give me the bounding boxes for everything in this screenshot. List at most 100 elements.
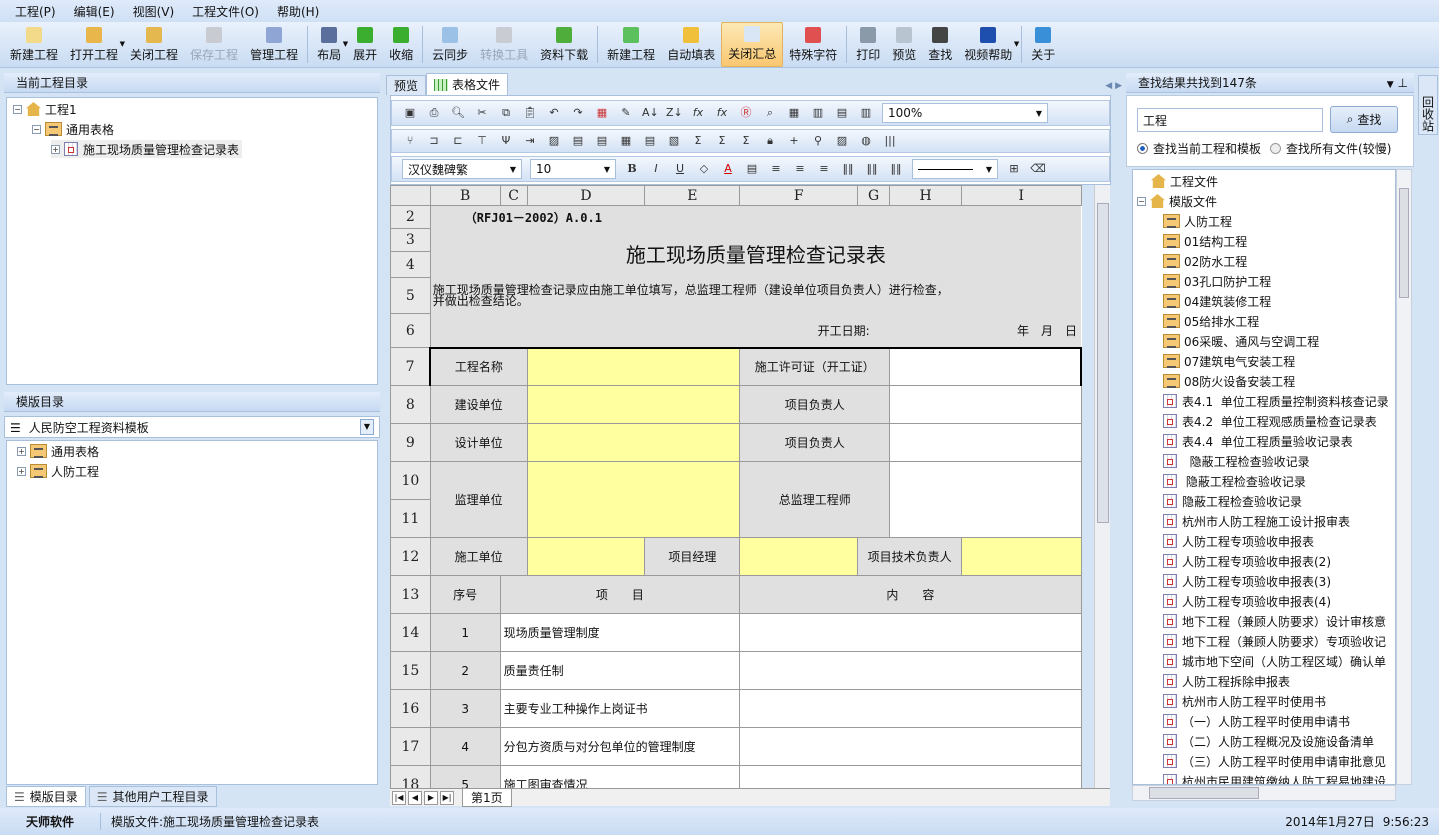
designer-field[interactable] xyxy=(526,423,741,462)
row-header[interactable]: 4 xyxy=(390,251,431,278)
tree-node-sheet[interactable]: 人防工程拆除申报表 xyxy=(1163,672,1290,690)
distribute-right-icon[interactable]: ‖‖ xyxy=(888,161,904,177)
builder-field[interactable] xyxy=(526,385,741,424)
pin-icon[interactable]: ⊥ xyxy=(1398,76,1408,90)
item-seq[interactable]: 1 xyxy=(429,613,501,652)
expand-icon[interactable]: + xyxy=(17,446,26,456)
item-name[interactable]: 施工图审查情况 xyxy=(499,765,741,790)
row-header[interactable]: 9 xyxy=(390,423,431,462)
tree-node-folder[interactable]: 02防水工程 xyxy=(1163,252,1247,270)
chief-field[interactable] xyxy=(889,461,1082,538)
row-header[interactable]: 7 xyxy=(390,347,431,386)
tab-template-dir[interactable]: ☰ 模版目录 xyxy=(6,786,86,807)
designer-pm-field[interactable] xyxy=(889,423,1082,462)
expand-icon[interactable]: + xyxy=(17,466,26,476)
toolbar-button-8[interactable]: 云同步 xyxy=(426,22,474,67)
col-header[interactable]: C xyxy=(499,185,528,206)
tree-node-sheet[interactable]: 隐蔽工程检查验收记录 xyxy=(1163,492,1302,510)
template-select[interactable]: ☰ 人民防空工程资料模板 ▼ xyxy=(4,416,380,438)
item-content-field[interactable] xyxy=(739,727,1082,766)
link-icon[interactable]: ⚲ xyxy=(810,133,826,149)
tree-node-folder[interactable]: 01结构工程 xyxy=(1163,232,1247,250)
next-sheet-icon[interactable]: ▶ xyxy=(424,790,438,805)
tab-other-users[interactable]: ☰ 其他用户工程目录 xyxy=(88,786,217,807)
clear-icon[interactable]: ▨ xyxy=(546,133,562,149)
add-icon[interactable]: + xyxy=(786,133,802,149)
row-header[interactable]: 17 xyxy=(390,727,431,766)
contractor-field[interactable] xyxy=(526,537,646,576)
result-horizontal-scrollbar[interactable] xyxy=(1132,785,1396,801)
tree-node-sheet[interactable]: 隐蔽工程检查验收记录 xyxy=(1163,472,1306,490)
tree-node-folder[interactable]: 人防工程 xyxy=(1163,212,1232,230)
delete-row-icon[interactable]: ⊤ xyxy=(474,133,490,149)
project-name-field[interactable] xyxy=(526,346,741,386)
row-header[interactable]: 2 xyxy=(390,205,431,229)
tree-node-civil-defense[interactable]: + 人防工程 xyxy=(17,462,99,480)
split-cell-icon[interactable]: ▦ xyxy=(618,133,634,149)
col-header[interactable]: F xyxy=(739,185,859,206)
sheet-vertical-scrollbar[interactable] xyxy=(1094,185,1110,790)
item-content-field[interactable] xyxy=(739,613,1082,652)
freeze-icon[interactable]: ▥ xyxy=(810,105,826,121)
toolbar-button-7[interactable]: 收缩 xyxy=(383,22,419,67)
tree-node-sheet[interactable]: 表4.4 单位工程质量验收记录表 xyxy=(1163,432,1353,450)
align-right-icon[interactable]: ≡ xyxy=(816,161,832,177)
last-sheet-icon[interactable]: ▶| xyxy=(440,790,454,805)
tree-node-sheet[interactable]: 地下工程（兼顾人防要求）专项验收记 xyxy=(1163,632,1386,650)
item-name[interactable]: 质量责任制 xyxy=(499,651,741,690)
toolbar-button-11[interactable]: 新建工程 xyxy=(601,22,661,67)
toolbar-button-18[interactable]: 视频帮助 ▼ xyxy=(958,22,1019,67)
toolbar-button-2[interactable]: 关闭工程 xyxy=(124,22,184,67)
tree-node-project-files[interactable]: 工程文件 xyxy=(1151,172,1218,190)
form-title[interactable]: 施工现场质量管理检查记录表 xyxy=(430,228,1081,278)
border-icon[interactable]: ⊞ xyxy=(1006,161,1022,177)
manager-field[interactable] xyxy=(739,537,859,576)
start-date-value[interactable]: 年 月 日 xyxy=(889,313,1081,348)
eraser-icon[interactable]: ⌫ xyxy=(1030,161,1046,177)
sum-icon[interactable]: Σ xyxy=(690,133,706,149)
align-center-icon[interactable]: ≡ xyxy=(792,161,808,177)
merge-icon[interactable]: ▤ xyxy=(570,133,586,149)
tech-field[interactable] xyxy=(961,537,1082,576)
sort-desc-icon[interactable]: Z↓ xyxy=(666,105,683,121)
undo-icon[interactable]: ↶ xyxy=(546,105,562,121)
item-seq[interactable]: 2 xyxy=(429,651,501,690)
copy-icon[interactable]: ⧉ xyxy=(498,105,514,121)
tree-node-sheet[interactable]: 表4.2 单位工程观感质量检查记录表 xyxy=(1163,412,1377,430)
auto-fill-icon[interactable]: ▧ xyxy=(666,133,682,149)
tree-node-sheet[interactable]: 人防工程专项验收申报表(3) xyxy=(1163,572,1331,590)
supervisor-field[interactable] xyxy=(526,461,741,538)
zoom-select[interactable]: 100% ▼ xyxy=(882,103,1048,123)
expand-icon[interactable]: + xyxy=(51,144,60,154)
col-header[interactable]: B xyxy=(429,185,501,206)
tree-node-sheet[interactable]: + 施工现场质量管理检查记录表 xyxy=(51,140,243,158)
tree-node-sheet[interactable]: 人防工程专项验收申报表 xyxy=(1163,532,1314,550)
append-col-icon[interactable]: ⇥ xyxy=(522,133,538,149)
tree-node-sheet[interactable]: 杭州市人防工程平时使用书 xyxy=(1163,692,1326,710)
tree-node-sheet[interactable]: 杭州市民用建筑缴纳人防工程易地建设 xyxy=(1163,772,1386,784)
page-icon[interactable]: ▤ xyxy=(834,105,850,121)
stamp-icon[interactable]: Ⓡ xyxy=(738,105,754,121)
distribute-center-icon[interactable]: ‖‖ xyxy=(864,161,880,177)
row-header[interactable]: 8 xyxy=(390,385,431,424)
col-header[interactable]: D xyxy=(526,185,646,206)
form-note[interactable]: 施工现场质量管理检查记录应由施工单位填写，总监理工程师（建设单位项目负责人）进行… xyxy=(430,277,1081,314)
insert-row-icon[interactable]: ⑂ xyxy=(402,133,418,149)
toolbar-button-10[interactable]: 资料下载 xyxy=(534,22,594,67)
row-header[interactable]: 5 xyxy=(390,277,431,314)
toolbar-button-4[interactable]: 管理工程 xyxy=(244,22,304,67)
menu-item-3[interactable]: 工程文件(O) xyxy=(183,3,268,20)
function-icon[interactable]: fx xyxy=(690,105,706,121)
delete-col-icon[interactable]: ⊏ xyxy=(450,133,466,149)
item-content-field[interactable] xyxy=(739,689,1082,728)
scrollbar-thumb[interactable] xyxy=(1097,203,1109,523)
save-icon[interactable]: ▣ xyxy=(402,105,418,121)
chevron-down-icon[interactable]: ▼ xyxy=(360,419,374,435)
search-input[interactable]: 工程 xyxy=(1137,108,1323,132)
tree-node-sheet[interactable]: （二）人防工程概况及设施设备清单 xyxy=(1163,732,1374,750)
format-brush-icon[interactable]: ✎ xyxy=(618,105,634,121)
toolbar-button-15[interactable]: 打印 xyxy=(850,22,886,67)
align-left-icon[interactable]: ≡ xyxy=(768,161,784,177)
first-sheet-icon[interactable]: |◀ xyxy=(392,790,406,805)
tree-node-folder[interactable]: 06采暖、通风与空调工程 xyxy=(1163,332,1319,350)
